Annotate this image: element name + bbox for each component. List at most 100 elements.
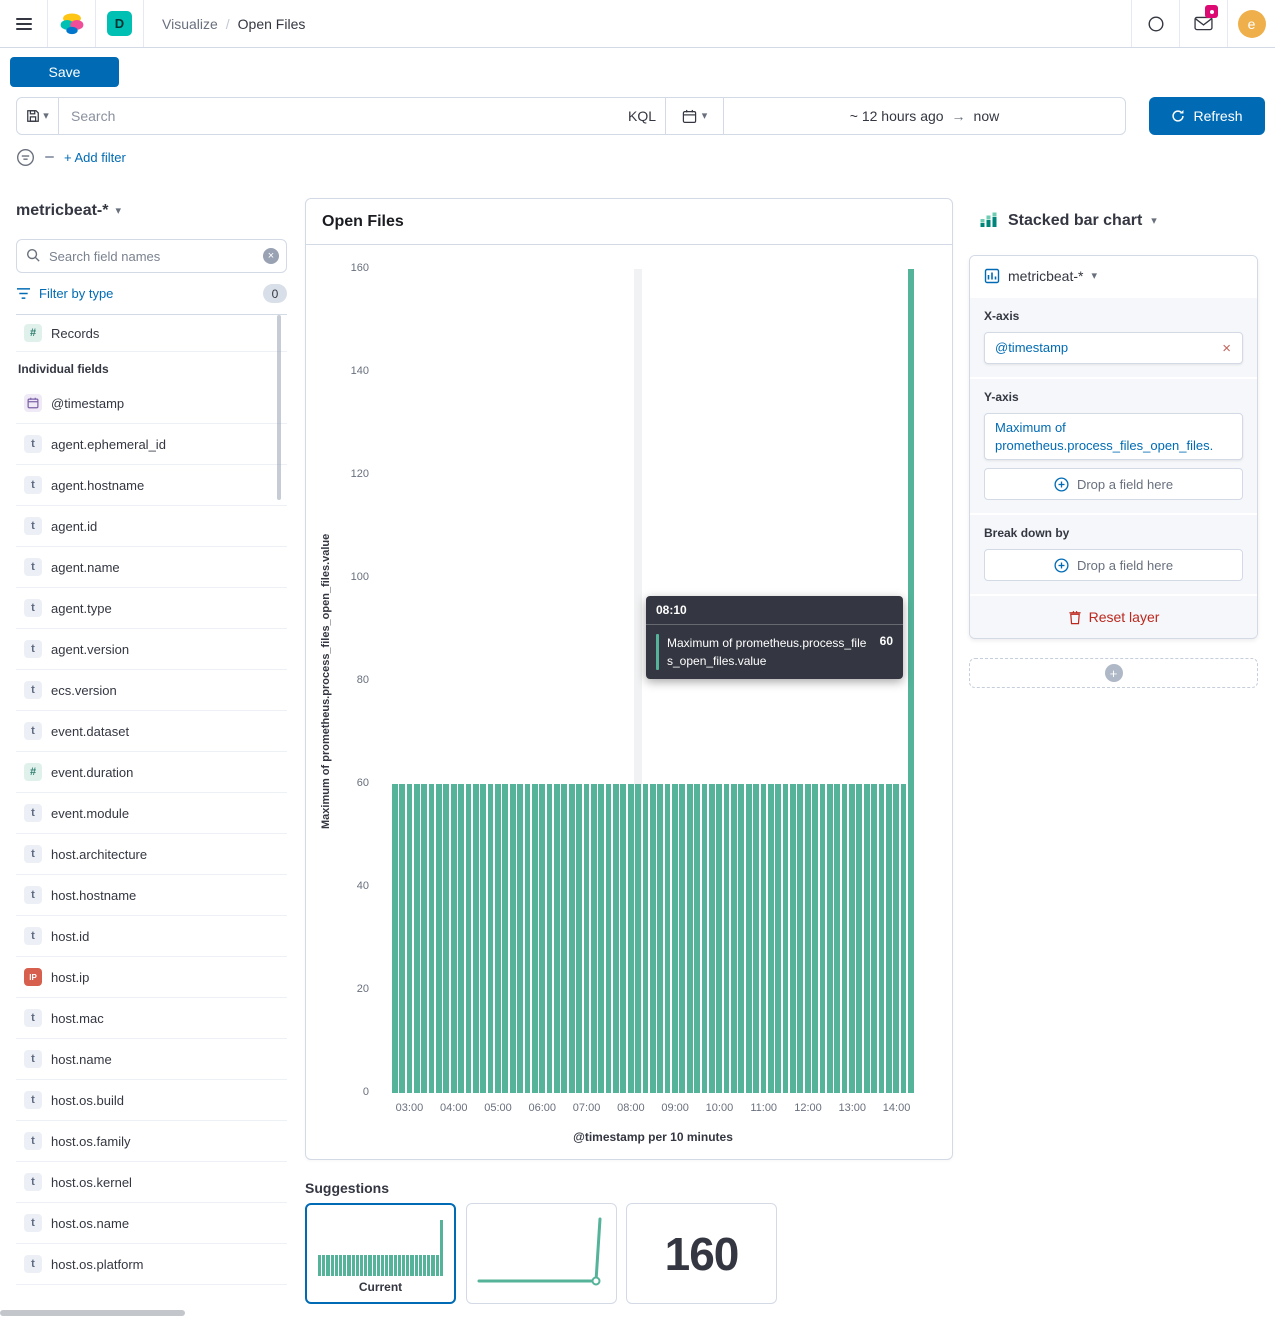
bar	[569, 784, 575, 1093]
records-row[interactable]: # Records	[16, 315, 287, 352]
break-down-drop-target[interactable]: Drop a field here	[984, 549, 1243, 581]
field-row[interactable]: tagent.id	[16, 506, 287, 547]
string-field-icon: t	[24, 558, 42, 576]
mini-bar	[360, 1255, 363, 1276]
header-left: D Visualize / Open Files	[0, 0, 305, 47]
bar	[480, 784, 486, 1093]
mini-bar	[440, 1220, 443, 1276]
field-row[interactable]: tagent.version	[16, 629, 287, 670]
y-axis-drop-target[interactable]: Drop a field here	[984, 468, 1243, 500]
refresh-button[interactable]: Refresh	[1149, 97, 1265, 135]
mini-bar	[326, 1255, 329, 1276]
suggestion-current[interactable]: Current	[305, 1203, 456, 1304]
index-pattern-switcher[interactable]: metricbeat-* ▾	[16, 196, 287, 226]
notification-badge	[1205, 5, 1218, 18]
field-row[interactable]: thost.hostname	[16, 875, 287, 916]
field-search-input[interactable]	[16, 239, 287, 273]
field-row[interactable]: thost.os.kernel	[16, 1162, 287, 1203]
saved-query-menu-button[interactable]: ▾	[17, 98, 59, 134]
bar	[849, 784, 855, 1093]
bar	[886, 784, 892, 1093]
field-row[interactable]: thost.os.build	[16, 1080, 287, 1121]
suggestion-line-chart[interactable]	[466, 1203, 617, 1304]
add-filter-button[interactable]: + Add filter	[64, 150, 126, 165]
date-picker-button[interactable]: ▾	[665, 98, 723, 134]
date-field-icon	[24, 394, 42, 412]
field-row[interactable]: tevent.dataset	[16, 711, 287, 752]
bar-slot	[391, 269, 398, 1093]
bar-slot	[568, 269, 575, 1093]
field-row[interactable]: thost.os.platform	[16, 1244, 287, 1285]
field-row[interactable]: thost.os.name	[16, 1203, 287, 1244]
string-field-icon: t	[24, 1091, 42, 1109]
field-row[interactable]: thost.mac	[16, 998, 287, 1039]
number-field-icon: #	[24, 324, 42, 342]
help-button[interactable]	[1131, 0, 1179, 47]
y-axis-field-pill[interactable]: Maximum of prometheus.process_files_open…	[984, 413, 1243, 460]
x-tick-label: 10:00	[706, 1102, 734, 1114]
chart-plot[interactable]	[391, 269, 915, 1093]
chart-type-label: Stacked bar chart	[1008, 212, 1142, 230]
bar	[561, 784, 567, 1093]
field-row[interactable]: tagent.ephemeral_id	[16, 424, 287, 465]
field-row[interactable]: IPhost.ip	[16, 957, 287, 998]
bar	[731, 784, 737, 1093]
y-tick-label: 140	[351, 365, 369, 377]
query-language-button[interactable]: KQL	[619, 98, 665, 134]
mini-bar	[415, 1255, 418, 1276]
bar-slot	[575, 269, 582, 1093]
save-button[interactable]: Save	[10, 57, 119, 87]
chart-type-switcher[interactable]: Stacked bar chart ▾	[978, 211, 1157, 231]
field-row[interactable]: tagent.name	[16, 547, 287, 588]
space-selector[interactable]: D	[96, 0, 144, 47]
filter-icon[interactable]	[16, 148, 35, 167]
chart-area[interactable]: Maximum of prometheus.process_files_open…	[306, 246, 952, 1159]
remove-field-icon[interactable]: ×	[1219, 339, 1234, 358]
field-row[interactable]: tevent.module	[16, 793, 287, 834]
search-input[interactable]	[59, 98, 619, 134]
mini-bar	[377, 1255, 380, 1276]
field-row[interactable]: tagent.hostname	[16, 465, 287, 506]
bar	[421, 784, 427, 1093]
user-menu-button[interactable]: e	[1227, 0, 1275, 47]
bar	[517, 784, 523, 1093]
field-row[interactable]: #event.duration	[16, 752, 287, 793]
suggestion-metric[interactable]: 160	[626, 1203, 777, 1304]
bar	[429, 784, 435, 1093]
x-tick-label: 12:00	[794, 1102, 822, 1114]
mini-bar	[373, 1255, 376, 1276]
sidebar-scrollbar[interactable]	[277, 315, 281, 500]
field-row[interactable]: @timestamp	[16, 383, 287, 424]
date-range-end: now	[974, 108, 1000, 124]
filter-by-type-button[interactable]: Filter by type 0	[16, 273, 287, 315]
bar-slot	[612, 269, 619, 1093]
newsfeed-button[interactable]	[1179, 0, 1227, 47]
reset-layer-button[interactable]: Reset layer	[970, 594, 1257, 638]
layer-index-pattern-button[interactable]: metricbeat-* ▾	[970, 256, 1257, 296]
bar	[539, 784, 545, 1093]
field-row[interactable]: thost.name	[16, 1039, 287, 1080]
field-row[interactable]: tagent.type	[16, 588, 287, 629]
menu-button[interactable]	[0, 0, 48, 47]
date-range-button[interactable]: ~ 12 hours ago → now	[723, 98, 1125, 134]
bar-slot	[701, 269, 708, 1093]
bar	[687, 784, 693, 1093]
clear-search-icon[interactable]: ×	[263, 248, 279, 264]
breadcrumb-visualize[interactable]: Visualize	[162, 16, 218, 32]
bar	[893, 784, 899, 1093]
filter-by-type-label: Filter by type	[39, 286, 255, 301]
horizontal-scrollbar[interactable]	[0, 1310, 185, 1316]
field-row[interactable]: thost.architecture	[16, 834, 287, 875]
elastic-logo[interactable]	[48, 0, 96, 47]
add-layer-button[interactable]: +	[969, 658, 1258, 688]
x-axis-field-pill[interactable]: @timestamp ×	[984, 332, 1243, 364]
field-list: # Records Individual fields @timestampta…	[16, 315, 287, 1318]
bar	[679, 784, 685, 1093]
field-row[interactable]: thost.os.family	[16, 1121, 287, 1162]
bar	[554, 784, 560, 1093]
plus-circle-icon	[1054, 558, 1069, 573]
x-tick-label: 13:00	[839, 1102, 867, 1114]
string-field-icon: t	[24, 722, 42, 740]
field-row[interactable]: tecs.version	[16, 670, 287, 711]
field-row[interactable]: thost.id	[16, 916, 287, 957]
